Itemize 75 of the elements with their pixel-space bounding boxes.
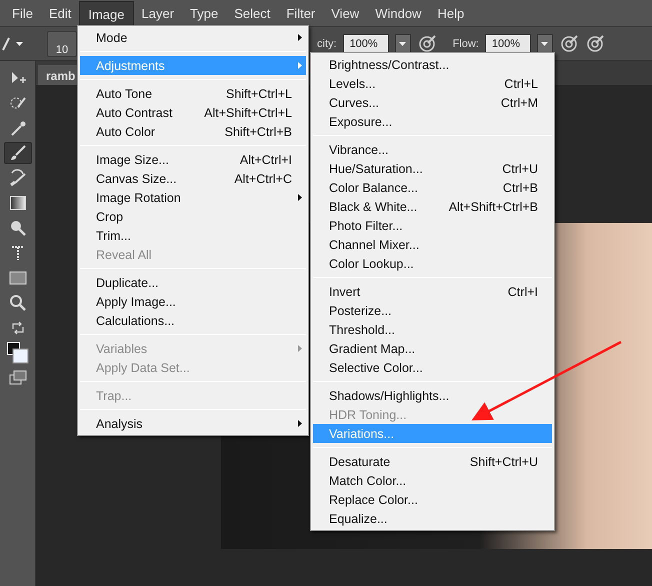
menu-item[interactable]: Levels... Ctrl+L: [313, 74, 552, 93]
tablet-icon[interactable]: [584, 34, 605, 54]
brush-preset-picker[interactable]: 10: [47, 30, 77, 56]
menubar-item[interactable]: Help: [429, 0, 472, 26]
menubar-item[interactable]: Select: [226, 0, 278, 26]
eyedropper-icon: [8, 119, 26, 137]
menu-item[interactable]: Threshold...: [313, 320, 552, 339]
menu-item[interactable]: Shadows/Highlights...: [313, 386, 552, 405]
menu-item[interactable]: Trim...: [80, 226, 306, 245]
menu-item[interactable]: Vibrance...: [313, 140, 552, 159]
submenu-arrow-icon: [298, 345, 302, 352]
menu-item[interactable]: Calculations...: [80, 311, 306, 330]
swap-arrows-icon: [10, 321, 24, 335]
flow-field[interactable]: 100%: [484, 34, 531, 54]
menu-item[interactable]: Desaturate Shift+Ctrl+U: [313, 452, 552, 471]
menu-item[interactable]: Gradient Map...: [313, 339, 552, 358]
menubar-item[interactable]: File: [4, 0, 41, 26]
type-icon: [10, 244, 26, 262]
menu-item[interactable]: Invert Ctrl+I: [313, 282, 552, 301]
menu-item[interactable]: Posterize...: [313, 301, 552, 320]
menu-item[interactable]: Selective Color...: [313, 358, 552, 377]
submenu-arrow-icon: [298, 34, 302, 41]
history-brush-icon: [8, 169, 26, 187]
flow-dropdown[interactable]: [536, 34, 553, 54]
menu-item[interactable]: Hue/Saturation... Ctrl+U: [313, 159, 552, 178]
brush-tool-icon[interactable]: [2, 36, 10, 50]
tool-button[interactable]: [4, 142, 32, 164]
menu-item[interactable]: Color Lookup...: [313, 254, 552, 273]
menu-item[interactable]: Mode: [80, 28, 306, 47]
menu-item[interactable]: Match Color...: [313, 471, 552, 490]
menu-item[interactable]: Auto Color Shift+Ctrl+B: [80, 122, 306, 141]
menu-item[interactable]: Equalize...: [313, 509, 552, 528]
menu-item[interactable]: Auto Contrast Alt+Shift+Ctrl+L: [80, 103, 306, 122]
menu-item[interactable]: Photo Filter...: [313, 216, 552, 235]
flow-label: Flow:: [452, 38, 479, 50]
brush-icon: [8, 144, 26, 162]
menubar-item[interactable]: Edit: [40, 0, 80, 26]
submenu-arrow-icon: [298, 420, 302, 427]
caret-icon: [16, 42, 23, 46]
submenu-arrow-icon: [298, 194, 302, 201]
menu-item[interactable]: Exposure...: [313, 112, 552, 131]
zoom-icon: [8, 294, 26, 312]
menubar-item[interactable]: Layer: [134, 0, 182, 26]
menu-item[interactable]: Brightness/Contrast...: [313, 55, 552, 74]
menu-item[interactable]: Apply Image...: [80, 292, 306, 311]
menu-item[interactable]: Canvas Size... Alt+Ctrl+C: [80, 169, 306, 188]
airbrush-icon[interactable]: [416, 34, 437, 54]
caret-icon: [399, 42, 406, 46]
gradient-icon: [10, 196, 26, 210]
menu-item[interactable]: Auto Tone Shift+Ctrl+L: [80, 84, 306, 103]
pressure-icon[interactable]: [558, 34, 579, 54]
menu-item[interactable]: Image Rotation: [80, 188, 306, 207]
menu-item[interactable]: Crop: [80, 207, 306, 226]
menu-item[interactable]: Channel Mixer...: [313, 235, 552, 254]
opacity-label: city:: [317, 38, 337, 50]
menu-item[interactable]: Image Size... Alt+Ctrl+I: [80, 150, 306, 169]
menubar-item[interactable]: View: [323, 0, 368, 26]
opacity-field[interactable]: 100%: [342, 34, 389, 54]
menubar-item[interactable]: Type: [182, 0, 226, 26]
screen-mode-icon: [8, 370, 26, 386]
menu-item[interactable]: Analysis: [80, 414, 306, 433]
menubar-item[interactable]: Window: [367, 0, 430, 26]
opacity-dropdown[interactable]: [394, 34, 411, 54]
menubar-item[interactable]: Filter: [278, 0, 324, 26]
menu-item[interactable]: Replace Color...: [313, 490, 552, 509]
menu-item[interactable]: Curves... Ctrl+M: [313, 93, 552, 112]
menu-item[interactable]: Duplicate...: [80, 273, 306, 292]
caret-icon: [541, 42, 548, 46]
menu-item[interactable]: Color Balance... Ctrl+B: [313, 178, 552, 197]
color-swatches-icon: [6, 342, 28, 364]
menubar-item[interactable]: Image: [79, 0, 134, 26]
rectangle-icon: [8, 271, 26, 285]
menu-item[interactable]: Black & White... Alt+Shift+Ctrl+B: [313, 197, 552, 216]
dodge-icon: [8, 219, 26, 237]
submenu-arrow-icon: [298, 62, 302, 69]
